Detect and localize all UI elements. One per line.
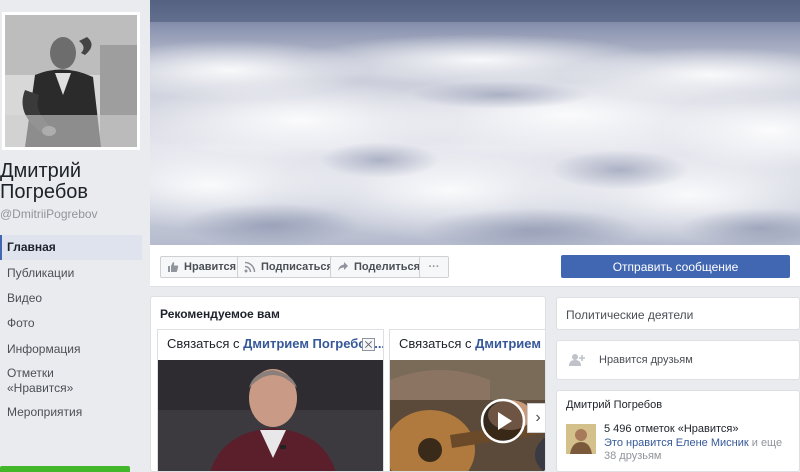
card-image[interactable]	[158, 360, 383, 471]
category-box: Политические деятели	[556, 297, 800, 330]
friends-who-like: Это нравится Елене Мисник и еще 38 друзь…	[604, 437, 794, 463]
like-button-label: Нравится	[184, 261, 237, 273]
friends-like-box: Нравится друзьям	[556, 340, 800, 380]
friends-like-label: Нравится друзьям	[599, 354, 693, 366]
recommended-section: Рекомендуемое вам Связаться с Дмитрием П…	[150, 296, 546, 472]
thumbnail-image	[566, 424, 596, 454]
card-prefix: Связаться с	[167, 336, 244, 351]
share-arrow-icon	[338, 262, 348, 271]
nav-item-likes[interactable]: Отметки «Нравится»	[0, 366, 80, 396]
card-header: Связаться с Дмитрием Погребов...	[158, 330, 383, 358]
nav-item-events[interactable]: Мероприятия	[0, 405, 82, 420]
like-button[interactable]: Нравится	[160, 256, 246, 278]
recommendation-card[interactable]: Связаться с Дмитрием Погребов...	[389, 329, 545, 471]
page-action-bar: Нравится Подписаться Поделиться ··· Отпр…	[150, 245, 800, 287]
page-title[interactable]: Дмитрий Погребов	[0, 161, 150, 203]
page-username[interactable]: @DmitriiPogrebov	[0, 207, 98, 221]
recommended-title: Рекомендуемое вам	[160, 307, 280, 321]
card-prefix: Связаться с	[399, 336, 476, 351]
nav-item-posts[interactable]: Публикации	[0, 263, 142, 283]
portrait-photo	[158, 360, 383, 471]
card-video-thumbnail[interactable]	[390, 360, 545, 471]
play-icon[interactable]	[480, 398, 526, 444]
page-nav: Главная Публикации Видео Фото Информация…	[0, 235, 142, 420]
profile-photo	[5, 15, 137, 147]
nav-item-photos[interactable]: Фото	[0, 313, 142, 333]
nav-item-home[interactable]: Главная	[0, 235, 142, 260]
card-header: Связаться с Дмитрием Погребов...	[390, 330, 545, 358]
left-column: Дмитрий Погребов @DmitriiPogrebov Главна…	[0, 0, 150, 472]
page-thumbnail[interactable]	[566, 424, 596, 454]
more-dots-icon: ···	[428, 261, 440, 273]
rss-icon	[244, 261, 256, 273]
friend-link[interactable]: Это нравится Елене Мисник	[604, 437, 749, 449]
chevron-right-icon[interactable]: ›	[527, 403, 545, 433]
share-button[interactable]: Поделиться	[330, 256, 430, 278]
thumbs-up-icon	[168, 262, 179, 272]
category-label[interactable]: Политические деятели	[566, 308, 693, 322]
recommendation-card[interactable]: Связаться с Дмитрием Погребов...	[157, 329, 384, 471]
nav-item-videos[interactable]: Видео	[0, 288, 142, 308]
clouds-image	[150, 0, 800, 245]
follow-button-label: Подписаться	[261, 261, 333, 273]
close-icon[interactable]	[362, 338, 375, 351]
follow-button[interactable]: Подписаться	[237, 256, 342, 278]
add-friend-icon	[569, 354, 585, 366]
more-options-button[interactable]: ···	[419, 256, 449, 278]
profile-avatar[interactable]	[2, 12, 140, 150]
cover-photo[interactable]	[150, 0, 800, 245]
send-message-button[interactable]: Отправить сообщение	[561, 255, 790, 278]
likes-count: 5 496 отметок «Нравится»	[604, 423, 739, 435]
create-page-button[interactable]	[0, 466, 130, 472]
nav-item-about[interactable]: Информация	[0, 342, 80, 357]
card-name-link[interactable]: Дмитрием Погребов...	[475, 336, 545, 351]
page-likes-title: Дмитрий Погребов	[566, 399, 663, 411]
page-likes-box: Дмитрий Погребов 5 496 отметок «Нравится…	[556, 390, 800, 472]
share-button-label: Поделиться	[354, 261, 421, 273]
